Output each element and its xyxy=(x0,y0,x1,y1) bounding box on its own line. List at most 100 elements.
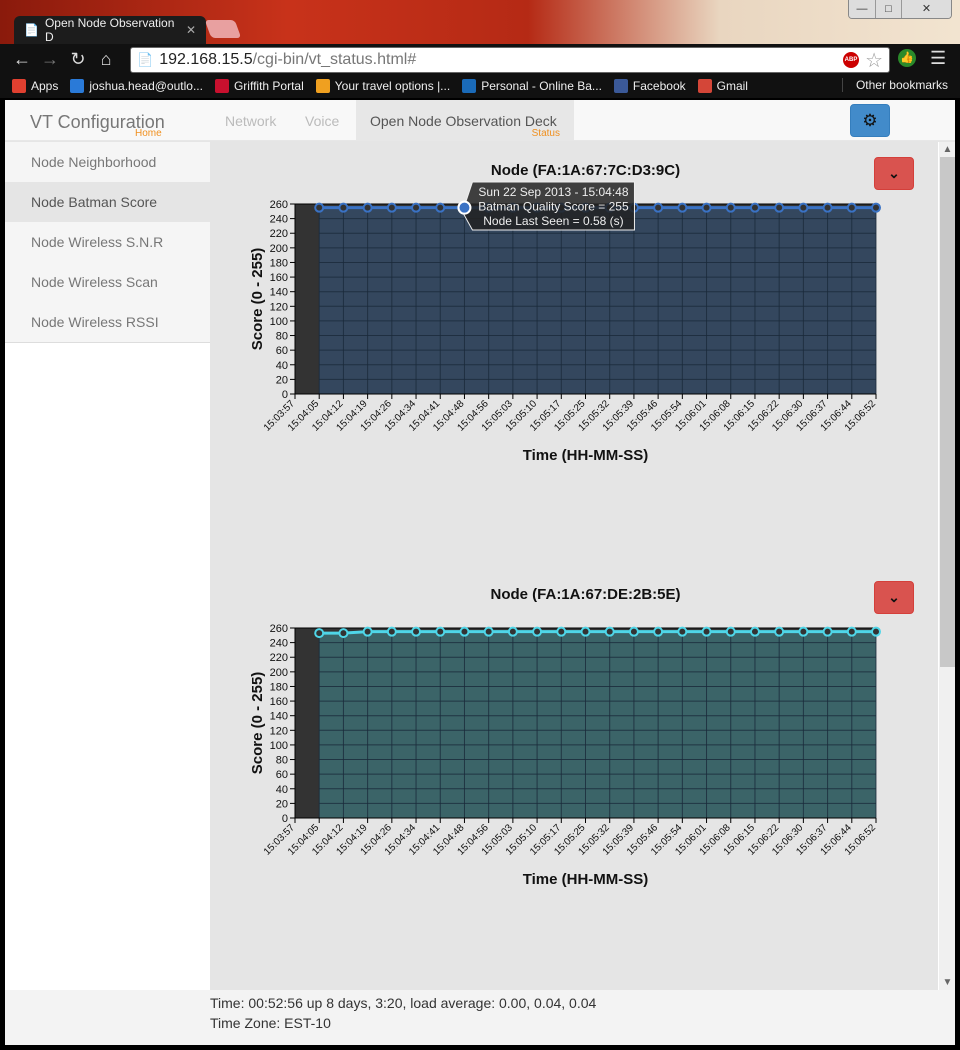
chart-2-dropdown-button[interactable]: ⌄ xyxy=(874,581,914,614)
series-area xyxy=(319,207,876,394)
bookmark-item[interactable]: joshua.head@outlo... xyxy=(70,79,203,93)
y-axis-label: Score (0 - 255) xyxy=(249,672,266,775)
gear-icon: ⚙ xyxy=(862,111,878,130)
bookmark-favicon-icon xyxy=(315,79,330,93)
back-icon[interactable]: ← xyxy=(8,49,36,70)
series-line xyxy=(319,630,876,635)
y-tick-label: 180 xyxy=(270,681,288,693)
timezone-text: Time Zone: EST-10 xyxy=(210,1015,331,1031)
window-controls: — □ ✕ xyxy=(848,0,952,19)
chart-title: Node (FA:1A:67:7C:D3:9C) xyxy=(491,162,680,179)
other-bookmarks[interactable]: Other bookmarks xyxy=(841,78,948,92)
browser-titlebar: 📄 Open Node Observation D ✕ — □ ✕ xyxy=(0,0,960,44)
y-tick-label: 140 xyxy=(270,711,288,723)
minimize-button[interactable]: — xyxy=(849,0,875,18)
status-footer: Time: 00:52:56 up 8 days, 3:20, load ave… xyxy=(5,990,955,1045)
vertical-scrollbar[interactable]: ▲ ▼ xyxy=(938,142,955,990)
browser-tab[interactable]: 📄 Open Node Observation D ✕ xyxy=(14,16,206,44)
home-icon[interactable]: ⌂ xyxy=(92,49,120,70)
bookmark-favicon-icon xyxy=(70,79,85,93)
new-tab-button[interactable] xyxy=(204,20,242,38)
highlight-point xyxy=(457,200,472,215)
page-icon: 📄 xyxy=(137,52,154,67)
bookmark-item[interactable]: Personal - Online Ba... xyxy=(462,79,602,93)
settings-button[interactable]: ⚙ xyxy=(850,104,890,137)
sidebar-item-node-wireless-rssi[interactable]: Node Wireless RSSI xyxy=(5,302,210,342)
sidebar-item-node-batman-score[interactable]: Node Batman Score xyxy=(5,182,210,222)
y-tick-label: 120 xyxy=(270,725,288,737)
uptime-text: Time: 00:52:56 up 8 days, 3:20, load ave… xyxy=(210,995,597,1011)
address-bar[interactable]: 📄 192.168.15.5/cgi-bin/vt_status.html# A… xyxy=(130,47,890,73)
data-point xyxy=(798,626,809,637)
sidebar-item-node-neighborhood[interactable]: Node Neighborhood xyxy=(5,142,210,182)
bookmark-favicon-icon xyxy=(613,79,628,93)
y-tick-label: 180 xyxy=(270,257,288,269)
nav-observation-deck[interactable]: Open Node Observation Deck Status xyxy=(356,100,574,141)
web-page: VT Configuration Home Network Voice Open… xyxy=(5,100,955,1045)
nav-network[interactable]: Network xyxy=(225,113,276,129)
data-point xyxy=(871,626,881,637)
data-point xyxy=(507,626,518,637)
bookmark-label: Your travel options |... xyxy=(334,79,451,93)
y-tick-label: 100 xyxy=(270,740,288,752)
chart-1-dropdown-button[interactable]: ⌄ xyxy=(874,157,914,190)
sidebar-item-node-wireless-scan[interactable]: Node Wireless Scan xyxy=(5,262,210,302)
forward-icon[interactable]: → xyxy=(36,49,64,70)
maximize-button[interactable]: □ xyxy=(875,0,901,18)
y-tick-label: 60 xyxy=(276,769,288,781)
url-path: /cgi-bin/vt_status.html# xyxy=(252,51,417,68)
chart-title: Node (FA:1A:67:DE:2B:5E) xyxy=(490,586,680,603)
chart-panel-1: ⌄ Node (FA:1A:67:7C:D3:9C) 0 20 40 60 80 100 12… xyxy=(210,142,935,562)
data-point xyxy=(532,626,543,637)
close-window-button[interactable]: ✕ xyxy=(901,0,951,18)
tooltip: Sun 22 Sep 2013 - 15:04:48Batman Quality… xyxy=(461,181,635,231)
data-point xyxy=(411,626,422,637)
bookmark-item[interactable]: Gmail xyxy=(697,79,748,93)
scroll-up-icon[interactable]: ▲ xyxy=(939,142,955,157)
y-tick-label: 240 xyxy=(270,638,288,650)
adblock-icon[interactable]: ABP xyxy=(843,52,859,68)
bookmark-item[interactable]: Facebook xyxy=(613,79,686,93)
bookmark-item[interactable]: Apps xyxy=(12,79,58,93)
y-axis-label: Score (0 - 255) xyxy=(249,248,266,351)
bookmark-item[interactable]: Your travel options |... xyxy=(315,79,451,93)
bookmark-favicon-icon xyxy=(697,79,712,93)
brand-subtitle: Home xyxy=(135,128,162,139)
scroll-down-icon[interactable]: ▼ xyxy=(939,975,955,990)
y-tick-label: 40 xyxy=(276,360,288,372)
y-tick-label: 20 xyxy=(276,374,288,386)
series-area xyxy=(319,631,876,818)
data-point xyxy=(653,626,664,637)
y-tick-label: 200 xyxy=(270,243,288,255)
bookmark-label: joshua.head@outlo... xyxy=(89,79,203,93)
data-point xyxy=(459,626,470,637)
data-point xyxy=(483,626,494,637)
data-point xyxy=(338,202,349,213)
y-tick-label: 140 xyxy=(270,287,288,299)
url-host: 192.168.15.5 xyxy=(159,51,253,68)
bookmark-label: Facebook xyxy=(632,79,686,93)
content-area: ⌄ Node (FA:1A:67:7C:D3:9C) 0 20 40 60 80 100 12… xyxy=(210,142,935,990)
data-point xyxy=(362,626,373,637)
bookmark-star-icon[interactable]: ☆ xyxy=(865,48,883,73)
tab-title: Open Node Observation D xyxy=(44,16,175,44)
menu-icon[interactable]: ☰ xyxy=(930,48,946,69)
y-tick-label: 240 xyxy=(270,214,288,226)
nav-observation-deck-label: Open Node Observation Deck xyxy=(370,113,557,129)
tooltip-line1: Sun 22 Sep 2013 - 15:04:48 xyxy=(478,185,628,199)
x-axis-label: Time (HH-MM-SS) xyxy=(523,871,649,888)
scroll-thumb[interactable] xyxy=(940,157,955,667)
reload-icon[interactable]: ↻ xyxy=(64,49,92,70)
bookmark-item[interactable]: Griffith Portal xyxy=(214,79,304,93)
nav-voice[interactable]: Voice xyxy=(305,113,339,129)
close-tab-icon[interactable]: ✕ xyxy=(186,23,196,37)
data-point xyxy=(749,202,760,213)
data-point xyxy=(314,202,325,213)
data-point xyxy=(677,626,688,637)
y-tick-label: 20 xyxy=(276,798,288,810)
y-tick-label: 80 xyxy=(276,331,288,343)
extension-icon[interactable]: 👍 xyxy=(898,49,916,67)
y-tick-label: 40 xyxy=(276,784,288,796)
chevron-down-icon: ⌄ xyxy=(888,589,900,605)
sidebar-item-node-wireless-snr[interactable]: Node Wireless S.N.R xyxy=(5,222,210,262)
